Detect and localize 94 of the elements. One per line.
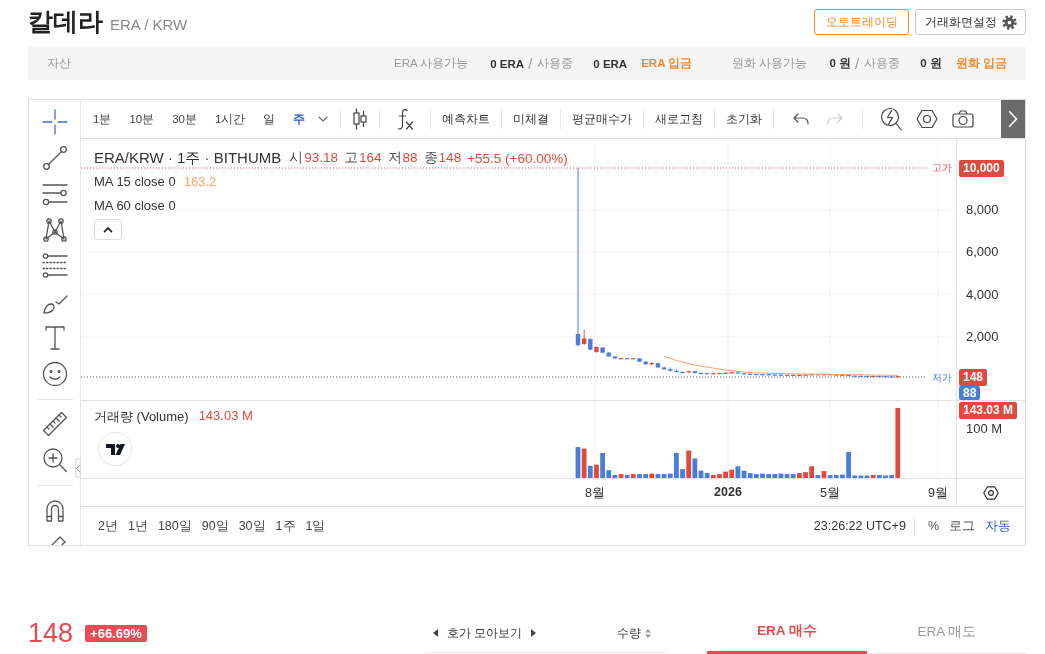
coin-title: 칼데라: [28, 6, 103, 37]
indicator-label: MA 15 close 0: [94, 173, 176, 189]
high-price-tag: 10,000: [959, 160, 1004, 177]
change-value: +55.5 (+60.00%): [467, 150, 568, 166]
clock-label: 23:26:22 UTC+9: [813, 519, 906, 533]
interval-tab[interactable]: 30분: [163, 104, 206, 134]
toolbar-button[interactable]: 초기화: [725, 104, 764, 134]
zoom-in-icon[interactable]: [41, 447, 68, 473]
time-axis-label: 2026: [714, 485, 742, 499]
chevron-right-icon: [1008, 110, 1018, 128]
grouping-label[interactable]: 호가 모아보기: [447, 624, 523, 642]
expand-button[interactable]: [1001, 100, 1025, 138]
toolbar-button[interactable]: 평균매수가: [571, 104, 634, 134]
settings-icon[interactable]: [916, 109, 939, 129]
level-lines-icon[interactable]: [41, 253, 68, 279]
crosshair-icon[interactable]: [41, 109, 68, 135]
triangle-right-icon[interactable]: [531, 629, 537, 637]
collapse-legend-button[interactable]: [94, 219, 122, 240]
ohlc-field: 시 93.18: [289, 149, 339, 167]
range-button[interactable]: 1주: [275, 517, 296, 535]
range-button[interactable]: 2년: [98, 517, 118, 535]
last-price-tag: 148: [959, 369, 988, 386]
settings-icon[interactable]: [983, 485, 999, 500]
logo-icon[interactable]: [98, 432, 132, 466]
interval-tab[interactable]: 주: [284, 104, 315, 134]
ohlc-field: 종148: [423, 149, 462, 167]
available-label: 원화 사용가능: [732, 56, 808, 71]
interval-tab[interactable]: 10분: [120, 104, 164, 134]
ohlc-field: 고 164: [344, 149, 382, 167]
separator: /: [528, 55, 533, 72]
in-use-amount: 0 원: [920, 56, 942, 71]
volume-label: 거래량 (Volume): [94, 408, 189, 426]
toolbar-button[interactable]: 새로고침: [654, 104, 705, 134]
indicator-value: 163.2: [183, 173, 217, 189]
lightning-search-icon[interactable]: [880, 107, 903, 131]
price-tick: 4,000: [966, 286, 999, 303]
chevron-up-icon: [103, 226, 113, 233]
line-tool-icon[interactable]: [41, 145, 68, 171]
interval-tab[interactable]: 일: [254, 104, 285, 134]
volume-tick: 100 M: [966, 421, 1003, 437]
pair-label: ERA / KRW: [110, 16, 188, 33]
asset-label: 자산: [47, 56, 71, 71]
camera-icon[interactable]: [952, 110, 975, 128]
low-price-tag: 88: [959, 386, 981, 400]
current-price: 148: [28, 618, 74, 648]
available-label: ERA 사용가능: [394, 56, 469, 71]
toolbar-button[interactable]: 예측차트: [441, 104, 492, 134]
price-tick: 2,000: [966, 328, 999, 345]
price-tick: 8,000: [966, 202, 999, 218]
time-axis-label: 9월: [928, 485, 948, 502]
chevron-down-icon[interactable]: [318, 116, 329, 122]
sort-icon[interactable]: [645, 628, 651, 638]
collapse-handle[interactable]: [75, 458, 81, 478]
chevron-left-icon: [76, 464, 80, 472]
high-label: 고가: [932, 162, 952, 174]
range-button[interactable]: 1일: [305, 517, 326, 535]
in-use-amount: 0 ERA: [593, 57, 628, 70]
undo-icon[interactable]: [793, 113, 810, 125]
range-button[interactable]: 30일: [238, 517, 266, 535]
low-label: 저가: [932, 372, 952, 384]
triangle-left-icon[interactable]: [433, 629, 438, 637]
separator: /: [855, 55, 860, 72]
volume-value: 143.03 M: [198, 408, 253, 425]
candlestick-icon[interactable]: [353, 108, 368, 130]
scale-button[interactable]: 자동: [980, 517, 1016, 535]
function-icon[interactable]: [396, 108, 415, 130]
gear-icon: [1001, 14, 1017, 30]
volume-tag: 143.03 M: [959, 402, 1018, 419]
available-amount: 0 원: [829, 56, 852, 71]
scale-button[interactable]: 로그: [944, 517, 980, 535]
time-axis-label: 5월: [820, 485, 840, 502]
smiley-icon[interactable]: [41, 361, 68, 387]
symbol-label: ERA/KRW · 1주 · BITHUMB: [94, 148, 282, 168]
in-use-label: 사용중: [864, 56, 901, 71]
interval-tab[interactable]: 1시간: [206, 104, 255, 134]
range-button[interactable]: 1년: [127, 517, 148, 535]
screen-settings-button[interactable]: 거래화면설정: [915, 9, 1026, 35]
change-badge: +66.69%: [85, 624, 147, 642]
interval-tab[interactable]: 1분: [84, 104, 121, 134]
order-tab[interactable]: ERA 매수: [707, 614, 867, 654]
parallel-lines-icon[interactable]: [41, 181, 68, 207]
ohlc-field: 저 88: [387, 149, 418, 167]
in-use-label: 사용중: [537, 56, 574, 71]
time-axis-label: 8월: [585, 485, 605, 502]
scale-button[interactable]: %: [922, 519, 944, 533]
range-button[interactable]: 180일: [157, 517, 192, 535]
available-amount: 0 ERA: [490, 57, 525, 70]
zigzag-pattern-icon[interactable]: [41, 217, 68, 243]
toolbar-button[interactable]: 미체결: [512, 104, 551, 134]
price-tick: 6,000: [966, 244, 999, 261]
range-button[interactable]: 90일: [201, 517, 229, 535]
ruler-icon[interactable]: [41, 411, 68, 437]
column-header[interactable]: 수량: [617, 624, 641, 642]
indicator-label: MA 60 close 0: [94, 197, 176, 213]
